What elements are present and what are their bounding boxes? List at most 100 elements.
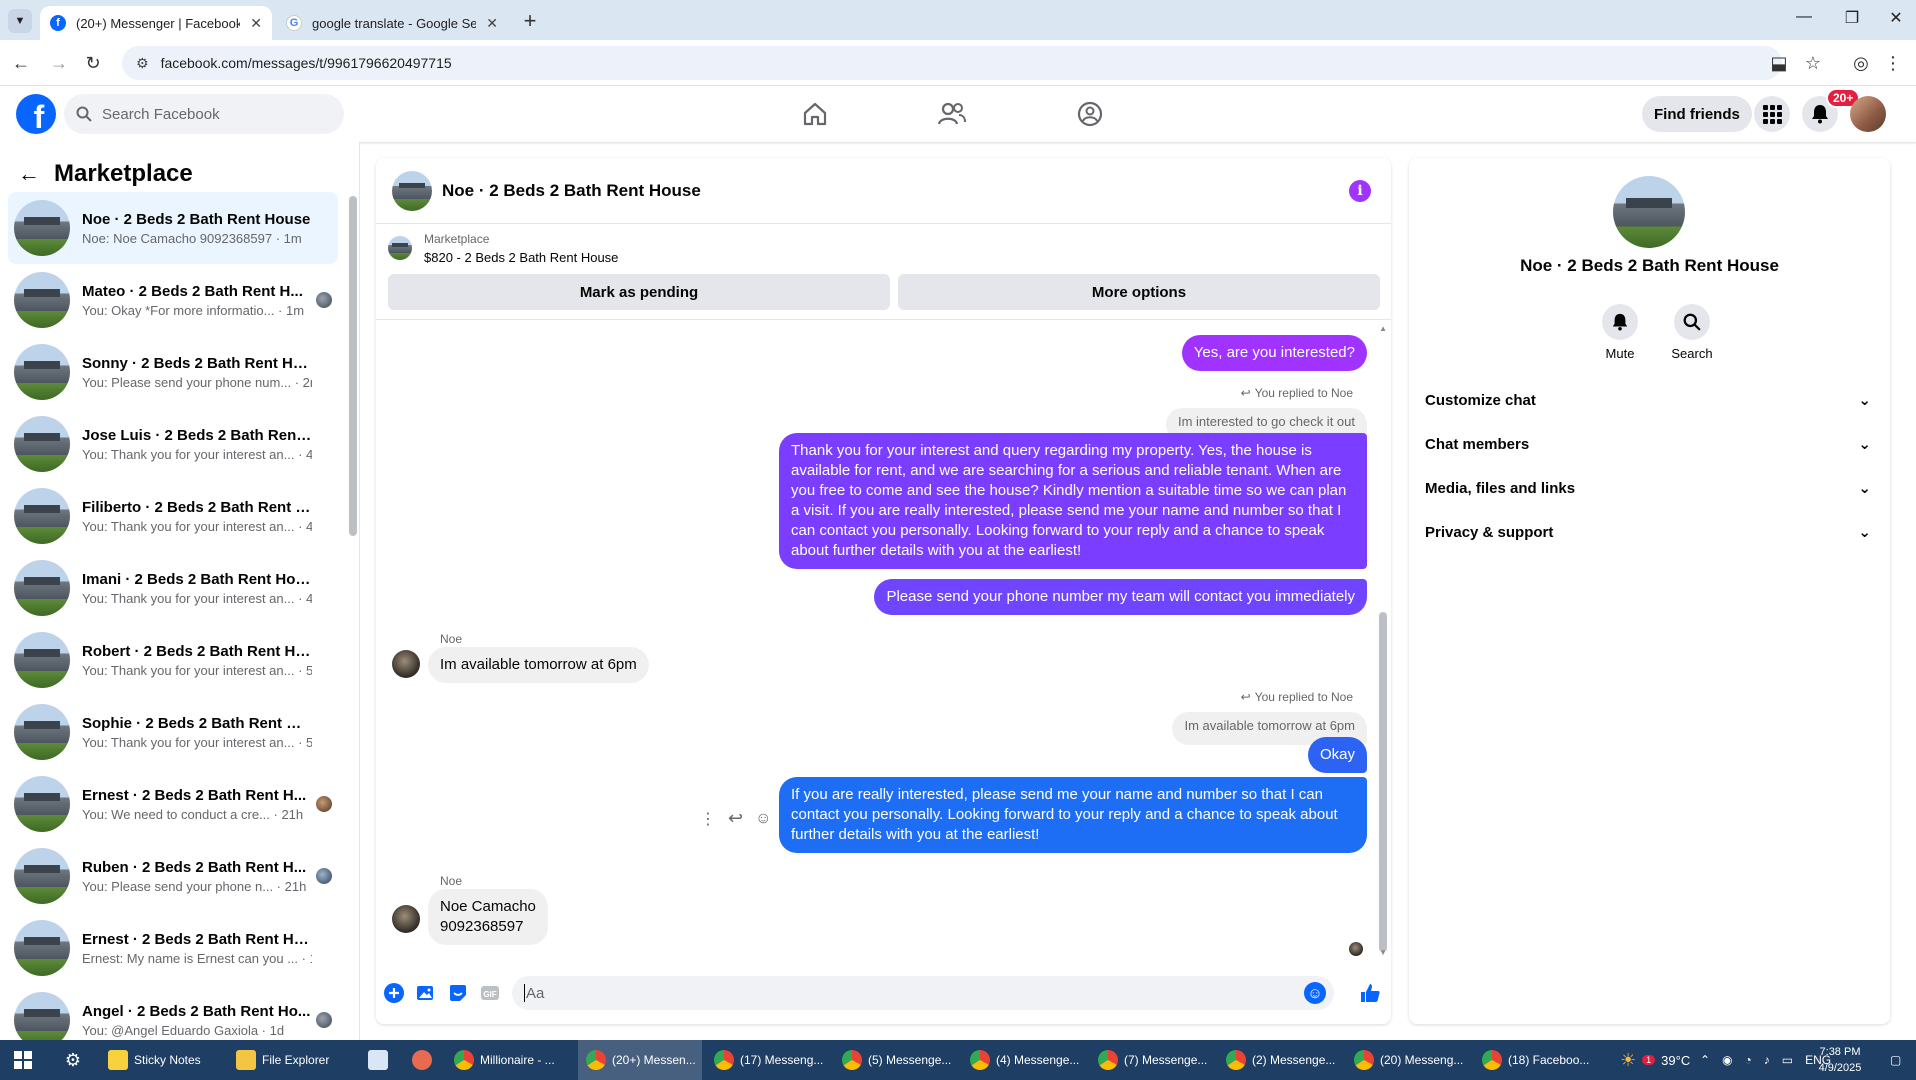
noe-avatar[interactable] [392,650,420,678]
taskbar-chrome-window[interactable]: (20+) Messen... [578,1040,702,1080]
chat-scrollbar[interactable] [1379,612,1387,952]
sticker-icon[interactable] [448,983,468,1003]
taskbar-app-icon[interactable] [360,1040,396,1080]
scroll-down-arrow[interactable]: ▼ [1379,948,1387,957]
friends-icon[interactable] [932,94,972,134]
chevron-up-icon[interactable]: ⌃ [1700,1053,1710,1067]
conversation-item[interactable]: Imani · 2 Beds 2 Bath Rent House You: Tha… [8,552,338,624]
home-icon[interactable] [795,94,835,134]
section-media-files-links[interactable]: Media, files and links ⌄ [1425,470,1877,506]
forward-button[interactable]: → [46,50,72,76]
tab-messenger[interactable]: f (20+) Messenger | Facebook ✕ [40,6,272,40]
taskbar-chrome-window[interactable]: (20) Messeng... [1346,1040,1470,1080]
outgoing-message[interactable]: Yes, are you interested? [1181,335,1367,371]
back-button[interactable]: ← [8,50,34,76]
close-tab-icon[interactable]: ✕ [250,15,262,32]
info-icon[interactable]: i [1349,180,1371,202]
more-actions-plus-icon[interactable] [384,983,404,1003]
taskbar-app-icon[interactable] [404,1040,440,1080]
profile-avatar[interactable] [1613,176,1685,248]
facebook-logo-icon[interactable]: f [16,94,56,134]
settings-taskbar-icon[interactable]: ⚙ [52,1040,94,1080]
wifi-icon[interactable]: ◔ [1745,1053,1752,1067]
conversation-item[interactable]: Mateo · 2 Beds 2 Bath Rent H... You: Okay… [8,264,338,336]
taskbar-chrome-window[interactable]: (2) Messenge... [1218,1040,1342,1080]
facebook-search-input[interactable]: Search Facebook [64,94,344,134]
conversation-item[interactable]: Ruben · 2 Beds 2 Bath Rent H... You: Plea… [8,840,338,912]
conversation-item[interactable]: Sonny · 2 Beds 2 Bath Rent House You: Ple… [8,336,338,408]
incoming-message[interactable]: Noe Camacho 9092368597 [428,889,548,945]
section-customize-chat[interactable]: Customize chat ⌄ [1425,382,1877,418]
taskbar-chrome-window[interactable]: (18) Faceboo... [1474,1040,1598,1080]
profile-icon[interactable]: ◎ [1848,50,1874,76]
noe-avatar[interactable] [392,905,420,933]
react-emoji-icon[interactable]: ☺ [755,810,771,828]
tab-google-translate[interactable]: G google translate - Google Search ✕ [276,6,508,40]
conversation-item[interactable]: Ernest · 2 Beds 2 Bath Rent H... You: We … [8,768,338,840]
weather-widget[interactable]: ☀ 1 39°C [1620,1040,1690,1080]
like-thumb-icon[interactable] [1358,981,1382,1005]
listing-title[interactable]: $820 - 2 Beds 2 Bath Rent House [424,250,618,265]
taskbar-chrome-window[interactable]: (4) Messenge... [962,1040,1086,1080]
more-actions-icon[interactable]: ⋮ [700,809,716,829]
conversation-item[interactable]: Filiberto · 2 Beds 2 Bath Rent Ho... You:… [8,480,338,552]
taskbar-chrome-window[interactable]: (5) Messenge... [834,1040,958,1080]
emoji-icon[interactable]: ☺ [1304,982,1326,1004]
outgoing-message[interactable]: If you are really interested, please sen… [779,777,1367,853]
outgoing-message[interactable]: Okay [1307,737,1367,773]
outgoing-message[interactable]: Please send your phone number my team wi… [874,579,1367,615]
more-options-button[interactable]: More options [898,274,1380,310]
start-button[interactable] [0,1040,46,1080]
account-avatar[interactable] [1850,96,1886,132]
new-tab-button[interactable]: + [518,8,542,34]
mark-as-pending-button[interactable]: Mark as pending [388,274,890,310]
reload-button[interactable]: ↻ [80,50,106,76]
sidebar-scrollbar[interactable] [349,196,357,536]
conversation-item[interactable]: Ernest · 2 Beds 2 Bath Rent House Ernest:… [8,912,338,984]
incoming-message[interactable]: Im available tomorrow at 6pm [428,647,649,683]
battery-icon[interactable]: ▭ [1782,1053,1793,1067]
minimize-button[interactable]: — [1784,8,1824,26]
outgoing-message[interactable]: Thank you for your interest and query re… [779,433,1367,569]
site-info-icon[interactable]: ⚙ [136,55,149,72]
tab-search-dropdown[interactable]: ▼ [8,9,32,33]
install-app-icon[interactable]: ⬓ [1766,50,1792,76]
chat-title[interactable]: Noe · 2 Beds 2 Bath Rent House [442,181,701,201]
speaker-icon[interactable]: ♪ [1764,1053,1770,1067]
notification-center-icon[interactable]: ▢ [1890,1040,1901,1080]
taskbar-chrome-window[interactable]: (7) Messenge... [1090,1040,1214,1080]
conversation-name: Ernest · 2 Beds 2 Bath Rent House [82,930,312,948]
search-in-chat-button[interactable]: Search [1662,304,1722,361]
browser-menu-icon[interactable]: ⋮ [1880,50,1906,76]
chat-avatar[interactable] [392,170,432,211]
url-input[interactable]: ⚙ facebook.com/messages/t/99617966204977… [122,46,1782,80]
taskbar-chrome-window[interactable]: (17) Messeng... [706,1040,830,1080]
message-input[interactable]: Aa ☺ [512,976,1334,1010]
clock[interactable]: 7:38 PM 4/9/2025 [1800,1044,1880,1076]
taskbar-sticky-notes[interactable]: Sticky Notes [100,1040,224,1080]
conversation-item[interactable]: Angel · 2 Beds 2 Bath Rent Ho... You: @An… [8,984,338,1040]
bookmark-star-icon[interactable]: ☆ [1800,50,1826,76]
conversation-item[interactable]: Sophie · 2 Beds 2 Bath Rent Hou... You: T… [8,696,338,768]
conversation-item[interactable]: Robert · 2 Beds 2 Bath Rent Hou... You: T… [8,624,338,696]
location-icon[interactable]: ◉ [1722,1053,1732,1067]
conversation-item[interactable]: Noe · 2 Beds 2 Bath Rent House Noe: Noe C… [8,192,338,264]
menu-grid-button[interactable] [1754,96,1790,132]
attach-photo-icon[interactable] [416,983,436,1003]
gif-icon[interactable]: GIF [480,983,500,1003]
taskbar-chrome-window[interactable]: Millionaire - ... [446,1040,574,1080]
groups-icon[interactable] [1070,94,1110,134]
listing-thumbnail [14,776,70,832]
mute-button[interactable]: Mute [1590,304,1650,361]
restore-button[interactable]: ❐ [1832,8,1872,28]
section-privacy-support[interactable]: Privacy & support ⌄ [1425,514,1877,550]
reply-icon[interactable]: ↩ [728,808,743,829]
scroll-up-arrow[interactable]: ▲ [1379,324,1387,333]
conversation-item[interactable]: Jose Luis · 2 Beds 2 Bath Rent H... You: … [8,408,338,480]
close-tab-icon[interactable]: ✕ [486,15,498,32]
taskbar-file-explorer[interactable]: File Explorer [228,1040,354,1080]
section-chat-members[interactable]: Chat members ⌄ [1425,426,1877,462]
back-arrow-icon[interactable]: ← [18,161,40,187]
find-friends-button[interactable]: Find friends [1642,96,1752,132]
close-window-button[interactable]: ✕ [1876,8,1916,28]
